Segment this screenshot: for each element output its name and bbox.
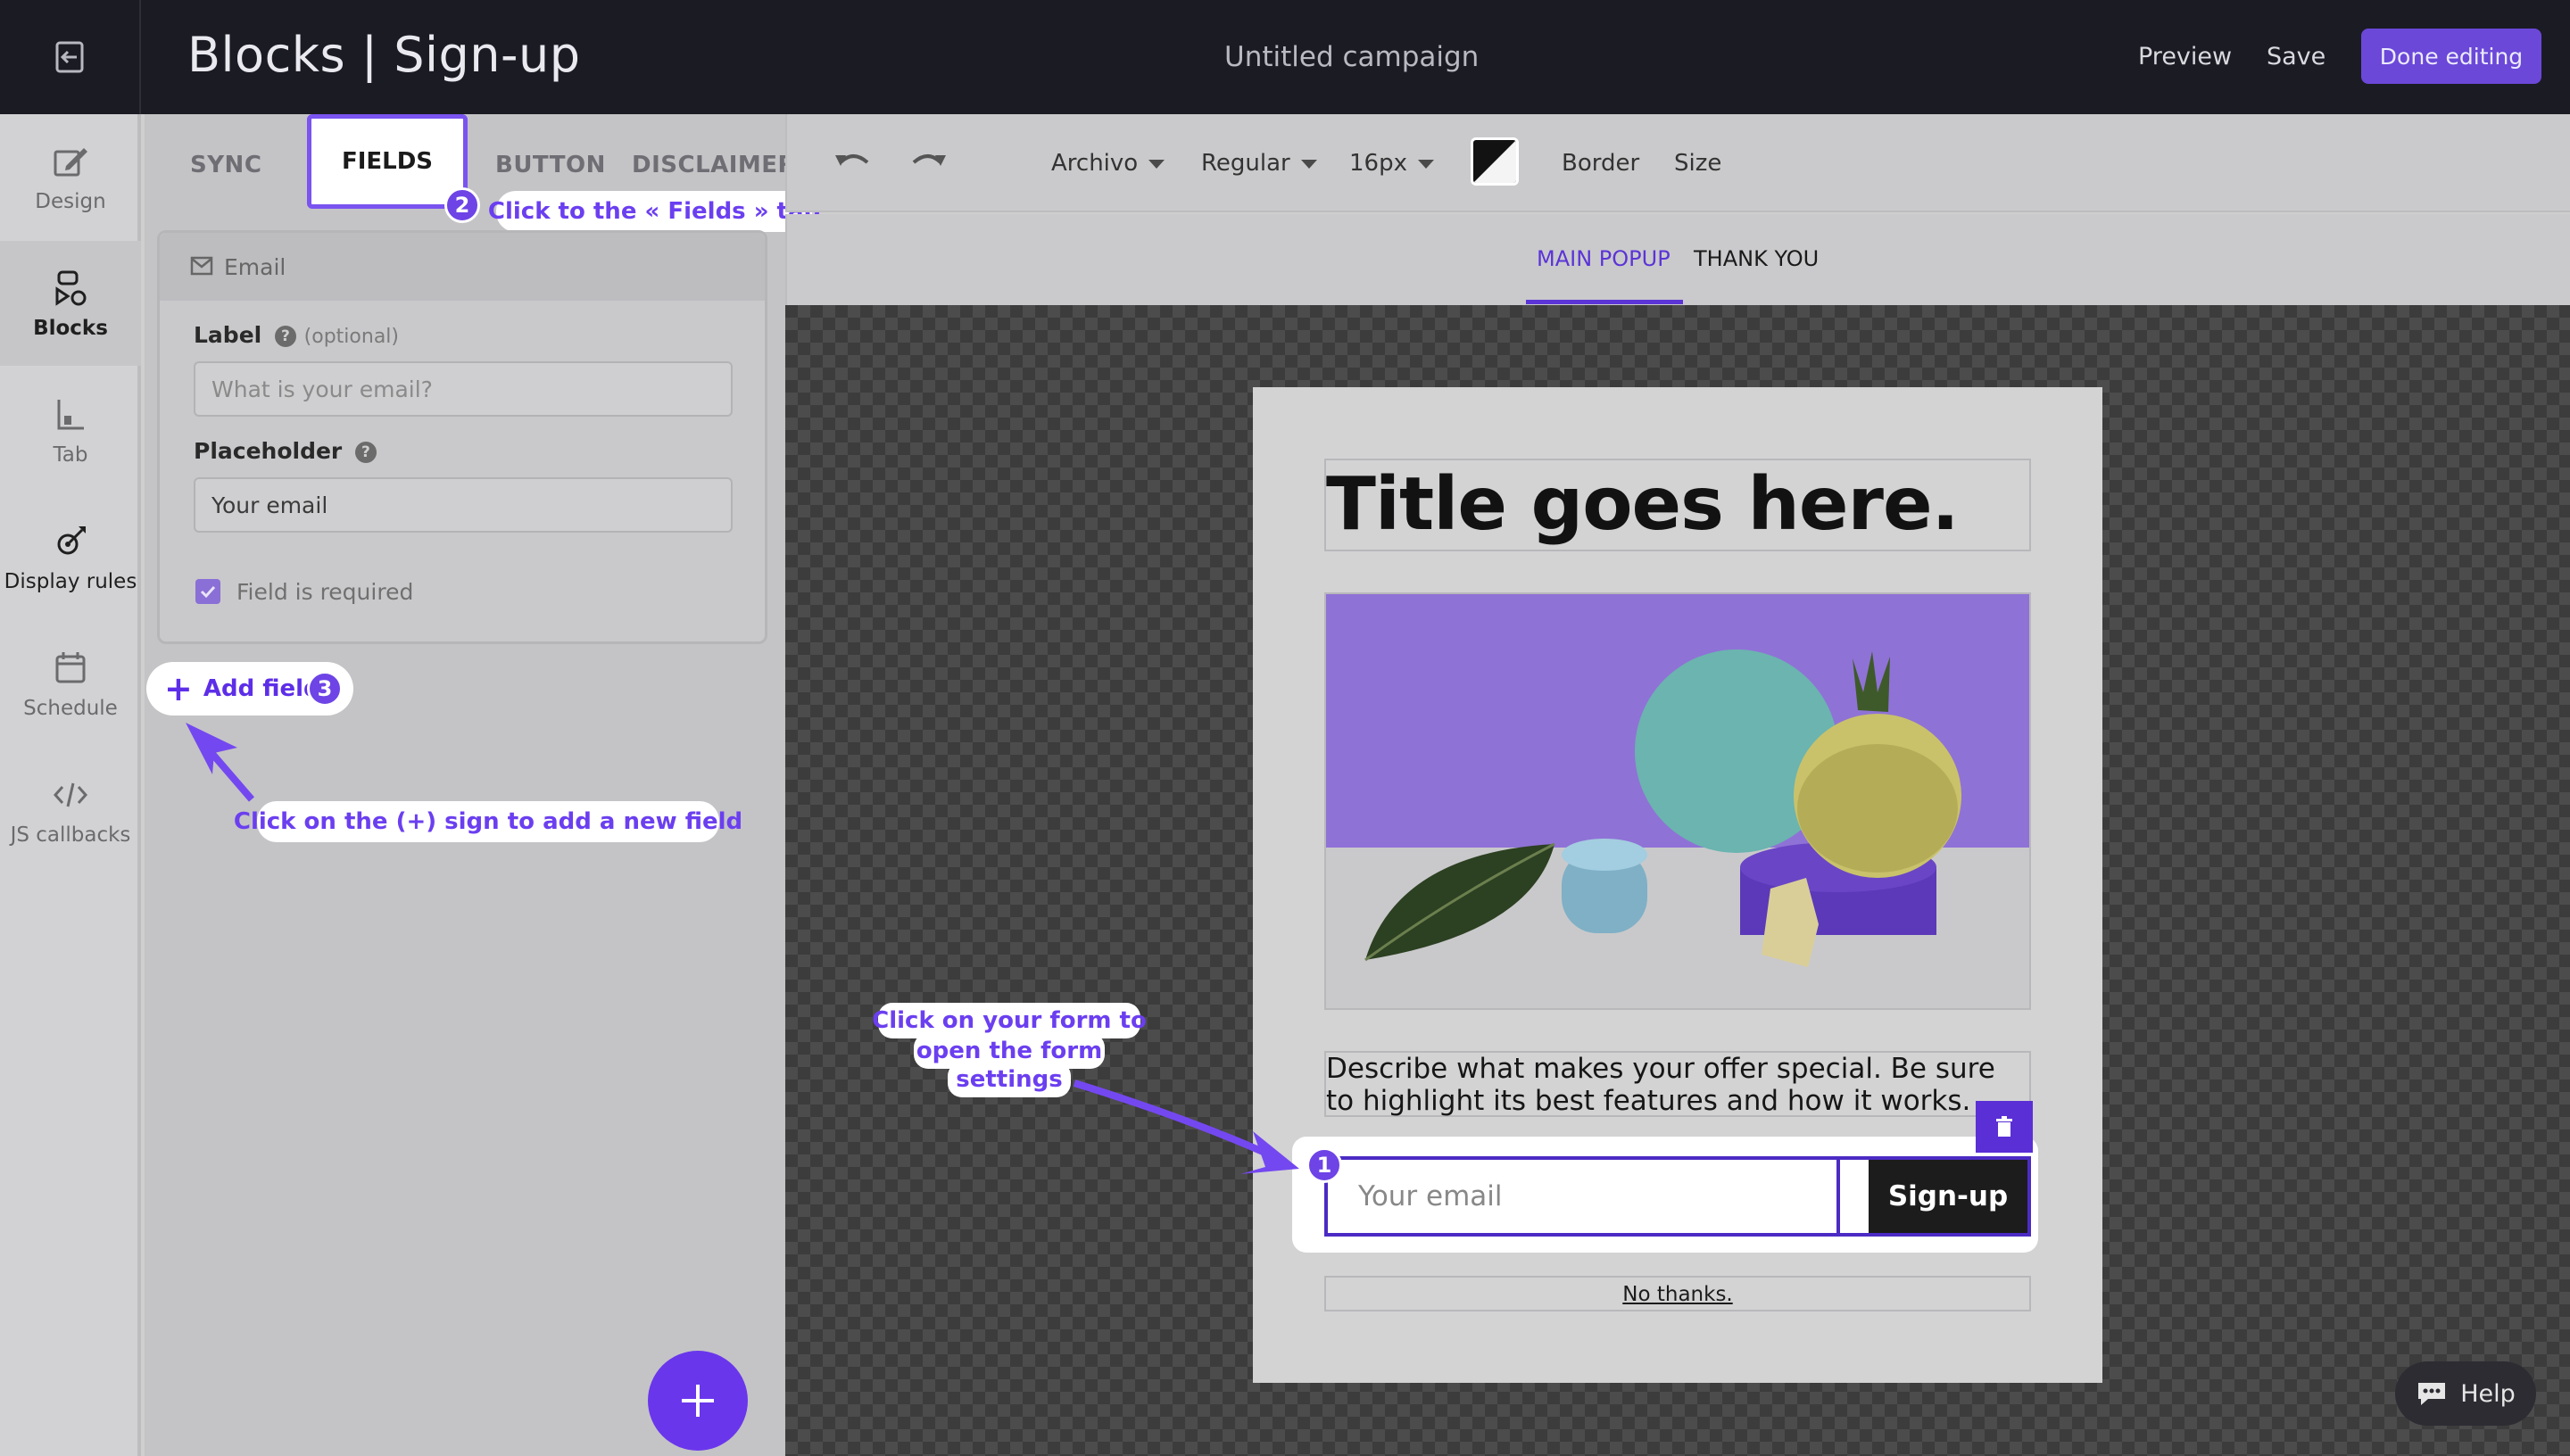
text-color-picker[interactable] (1471, 137, 1519, 186)
plus-icon: + (164, 669, 193, 708)
calendar-icon (49, 647, 92, 690)
help-button[interactable]: Help (2395, 1361, 2536, 1426)
chevron-down-icon (1148, 159, 1165, 169)
label-heading: Label ? (optional) (194, 322, 399, 348)
font-weight-value: Regular (1201, 150, 1290, 177)
help-icon[interactable]: ? (274, 326, 296, 347)
trash-icon (1996, 1116, 2012, 1137)
rail-item-tab[interactable]: Tab (0, 368, 141, 492)
done-editing-button[interactable]: Done editing (2361, 29, 2541, 84)
hero-image[interactable] (1324, 592, 2031, 1010)
still-life-illustration (1326, 594, 2029, 1008)
size-option[interactable]: Size (1674, 150, 1721, 177)
exit-button[interactable] (0, 0, 141, 114)
envelope-icon (190, 256, 213, 276)
rail-label: JS callbacks (10, 823, 131, 847)
rail-label: Design (35, 190, 106, 213)
code-icon (49, 774, 92, 816)
rail-item-js-callbacks[interactable]: JS callbacks (0, 748, 141, 873)
rail-label: Blocks (33, 317, 108, 340)
rail-label: Display rules (4, 570, 137, 593)
step-1-badge: 1 (1306, 1147, 1342, 1183)
tab-main-popup[interactable]: MAIN POPUP (1537, 246, 1670, 271)
pencil-square-icon (49, 140, 92, 183)
redo-icon[interactable] (908, 145, 949, 177)
checkmark-icon (200, 585, 216, 599)
app-title: Blocks | Sign-up (187, 27, 581, 83)
rail-item-display-rules[interactable]: Display rules (0, 494, 141, 619)
rail-item-schedule[interactable]: Schedule (0, 621, 141, 746)
font-family-value: Archivo (1051, 150, 1139, 177)
step-2-badge: 2 (444, 187, 480, 223)
popup-signup-button[interactable]: Sign-up (1869, 1156, 2031, 1237)
top-bar: Blocks | Sign-up Untitled campaign Previ… (0, 0, 2570, 114)
view-tabs (785, 214, 2570, 305)
tab-icon (49, 393, 92, 436)
popup-title[interactable]: Title goes here. (1326, 462, 1960, 547)
tab-button[interactable]: BUTTON (495, 152, 606, 178)
add-field-label: Add field (203, 675, 320, 702)
chat-icon (2418, 1383, 2446, 1405)
tab-disclaimer[interactable]: DISCLAIMER (632, 152, 796, 178)
email-field-card[interactable]: Email Label ? (optional) What is your em… (157, 230, 767, 644)
help-icon[interactable]: ? (354, 442, 377, 463)
plus-icon (682, 1385, 714, 1417)
optional-text: (optional) (303, 326, 399, 348)
placeholder-input[interactable]: Your email (194, 477, 733, 533)
required-label: Field is required (236, 579, 414, 605)
shapes-icon (49, 267, 92, 310)
label-heading-text: Label (194, 322, 262, 348)
required-checkbox[interactable] (195, 579, 220, 604)
step-1-callout-line-3: settings (948, 1062, 1071, 1097)
no-thanks-link[interactable]: No thanks. (1324, 1283, 2031, 1306)
tab-thank-you[interactable]: THANK YOU (1694, 246, 1819, 271)
email-field-title: Email (224, 254, 286, 280)
font-weight-select[interactable]: Regular (1201, 150, 1317, 177)
undo-icon[interactable] (832, 145, 873, 177)
step-3-callout: Click on the (+) sign to add a new field (234, 801, 742, 842)
placeholder-heading: Placeholder ? (194, 438, 377, 464)
preview-button[interactable]: Preview (2138, 43, 2232, 70)
chevron-down-icon (1417, 159, 1434, 169)
border-option[interactable]: Border (1562, 150, 1639, 177)
active-tab-indicator (1526, 300, 1683, 304)
font-size-value: 16px (1349, 150, 1407, 177)
label-input[interactable]: What is your email? (194, 361, 733, 417)
rail-item-design[interactable]: Design (0, 114, 141, 239)
form-gap (1840, 1156, 1869, 1237)
rail-item-blocks[interactable]: Blocks (0, 241, 141, 366)
help-label: Help (2460, 1379, 2516, 1408)
font-family-select[interactable]: Archivo (1051, 150, 1165, 177)
step-2-callout: Click to the « Fields » tab (488, 191, 820, 232)
tab-fields[interactable]: FIELDS (307, 114, 468, 209)
font-size-select[interactable]: 16px (1349, 150, 1434, 177)
add-block-fab[interactable] (648, 1351, 748, 1451)
delete-block-button[interactable] (1976, 1101, 2033, 1153)
chevron-down-icon (1300, 159, 1317, 169)
campaign-name[interactable]: Untitled campaign (1224, 41, 1479, 73)
popup-email-input[interactable]: Your email (1324, 1156, 1840, 1237)
color-swatch-icon (1473, 140, 1516, 183)
email-field-header[interactable]: Email (160, 233, 765, 301)
exit-icon (55, 41, 84, 73)
step-3-badge: 3 (307, 671, 343, 707)
tab-sync[interactable]: SYNC (190, 152, 261, 178)
target-icon (49, 520, 92, 563)
popup-description[interactable]: Describe what makes your offer special. … (1326, 1053, 2004, 1117)
placeholder-heading-text: Placeholder (194, 438, 343, 464)
rail-label: Tab (53, 443, 88, 467)
rail-label: Schedule (23, 697, 118, 720)
save-button[interactable]: Save (2267, 43, 2325, 70)
